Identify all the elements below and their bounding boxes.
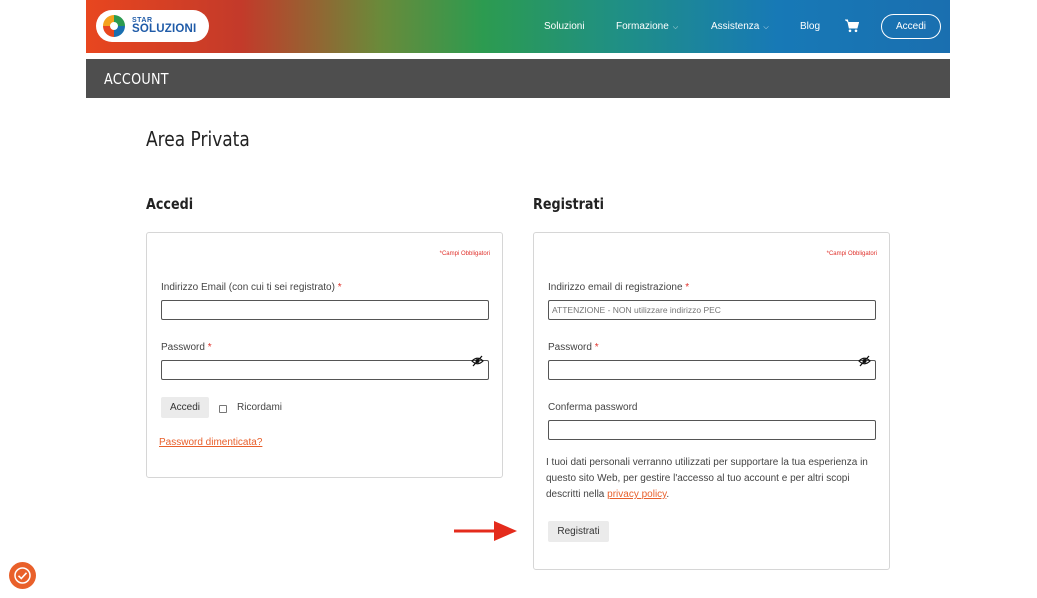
remember-label: Ricordami — [237, 402, 283, 413]
register-section-title: Registrati — [533, 195, 605, 213]
register-email-label: Indirizzo email di registrazione * — [548, 282, 690, 293]
account-bar: ACCOUNT — [86, 59, 950, 98]
register-submit-button[interactable]: Registrati — [548, 521, 609, 542]
cookie-consent-button[interactable] — [9, 562, 36, 589]
confirm-password-input[interactable] — [548, 420, 876, 440]
nav-item-assistenza[interactable]: Assistenza ⌵ — [711, 21, 769, 32]
login-submit-button[interactable]: Accedi — [161, 397, 209, 418]
account-bar-title: ACCOUNT — [104, 70, 169, 88]
cookie-settings-icon — [14, 567, 31, 584]
eye-slash-icon[interactable] — [471, 355, 484, 367]
login-password-input[interactable] — [161, 355, 489, 380]
register-password-label: Password * — [548, 342, 599, 353]
login-form: *Campi Obbligatori Indirizzo Email (con … — [146, 232, 503, 478]
nav-item-formazione[interactable]: Formazione ⌵ — [616, 21, 678, 32]
login-button[interactable]: Accedi — [881, 14, 941, 39]
eye-slash-icon[interactable] — [858, 355, 871, 367]
confirm-password-label: Conferma password — [548, 402, 638, 413]
nav-item-blog[interactable]: Blog — [800, 21, 820, 32]
privacy-policy-link[interactable]: privacy policy — [607, 489, 666, 500]
login-email-input[interactable] — [161, 300, 489, 320]
brand-line-2: SOLUZIONI — [132, 22, 197, 35]
login-section-title: Accedi — [146, 195, 194, 213]
password-label: Password * — [161, 342, 212, 353]
remember-checkbox[interactable] — [219, 405, 227, 413]
brand-logo[interactable]: STAR SOLUZIONI — [96, 10, 209, 42]
chevron-down-icon: ⌵ — [763, 24, 769, 31]
register-password-input[interactable] — [548, 355, 876, 380]
site-header: STAR SOLUZIONI Soluzioni Formazione ⌵ Ass… — [86, 0, 950, 53]
nav-item-soluzioni[interactable]: Soluzioni — [544, 21, 585, 32]
register-email-input[interactable] — [548, 300, 876, 320]
register-form: *Campi Obbligatori Indirizzo email di re… — [533, 232, 890, 570]
email-label: Indirizzo Email (con cui ti sei registra… — [161, 282, 342, 293]
cart-icon[interactable] — [845, 19, 859, 33]
arrow-right-icon — [454, 521, 517, 541]
page-title: Area Privata — [146, 127, 250, 151]
required-note: *Campi Obbligatori — [826, 251, 877, 257]
star-logo-icon — [102, 14, 126, 38]
chevron-down-icon: ⌵ — [672, 24, 679, 31]
forgot-password-link[interactable]: Password dimenticata? — [159, 437, 262, 448]
privacy-notice: I tuoi dati personali verranno utilizzat… — [546, 457, 868, 500]
required-note: *Campi Obbligatori — [439, 251, 490, 257]
